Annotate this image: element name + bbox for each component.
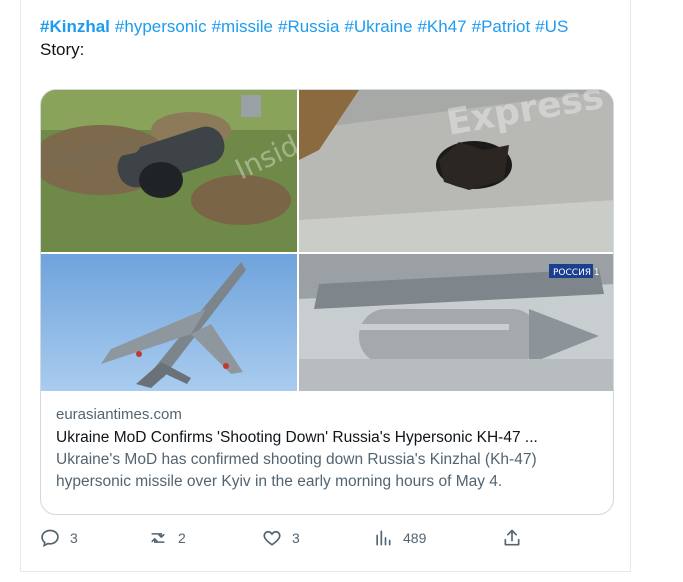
views-count: 489 bbox=[403, 530, 427, 546]
tweet-action-bar: 3 2 3 489 bbox=[40, 528, 520, 552]
card-description: Ukraine's MoD has confirmed shooting dow… bbox=[56, 451, 537, 490]
retweet-count: 2 bbox=[178, 530, 186, 546]
hashtag-link[interactable]: #Kh47 bbox=[417, 17, 466, 36]
damaged-missile-closeup-image[interactable]: Express bbox=[299, 90, 613, 252]
hashtag-line: #Kinzhal #hypersonic #missile #Russia #Ukrai… bbox=[40, 16, 573, 38]
reply-button[interactable]: 3 bbox=[40, 528, 78, 548]
retweet-icon bbox=[151, 533, 165, 543]
hashtag-link[interactable]: #Patriot bbox=[472, 17, 531, 36]
share-icon bbox=[504, 529, 520, 546]
card-title[interactable]: Ukraine MoD Confirms 'Shooting Down' Rus… bbox=[56, 426, 606, 449]
missile-wreck-on-grass-image[interactable]: Insider bbox=[41, 90, 297, 252]
heart-icon bbox=[263, 530, 281, 546]
card-image-grid[interactable]: Insider Express РОССИЯ 1 bbox=[41, 90, 613, 391]
share-button[interactable] bbox=[502, 528, 522, 548]
card-domain[interactable]: eurasiantimes.com bbox=[56, 404, 606, 426]
hashtag-link[interactable]: #Ukraine bbox=[344, 17, 412, 36]
like-button[interactable]: 3 bbox=[262, 528, 300, 548]
link-preview-card[interactable]: Insider Express РОССИЯ 1 eurasiantimes.c… bbox=[40, 89, 614, 515]
missile-under-jet-image[interactable]: РОССИЯ 1 bbox=[299, 254, 613, 391]
like-count: 3 bbox=[292, 530, 300, 546]
card-text[interactable]: eurasiantimes.com Ukraine MoD Confirms '… bbox=[56, 404, 606, 493]
tweet-body-text: Story: bbox=[40, 40, 85, 59]
reply-count: 3 bbox=[70, 530, 78, 546]
mig31-jet-in-sky-image[interactable] bbox=[41, 254, 297, 391]
views-button[interactable]: 489 bbox=[373, 528, 426, 548]
hashtag-link[interactable]: #Russia bbox=[278, 17, 339, 36]
hashtag-link[interactable]: #missile bbox=[212, 17, 273, 36]
retweet-button[interactable]: 2 bbox=[148, 528, 186, 548]
hashtag-link[interactable]: #hypersonic bbox=[115, 17, 207, 36]
hashtag-link[interactable]: #Kinzhal bbox=[40, 17, 110, 36]
hashtag-link[interactable]: #US bbox=[535, 17, 568, 36]
channel-logo: РОССИЯ 1 bbox=[553, 268, 600, 278]
reply-icon bbox=[41, 529, 59, 548]
views-chart-icon bbox=[376, 530, 391, 546]
